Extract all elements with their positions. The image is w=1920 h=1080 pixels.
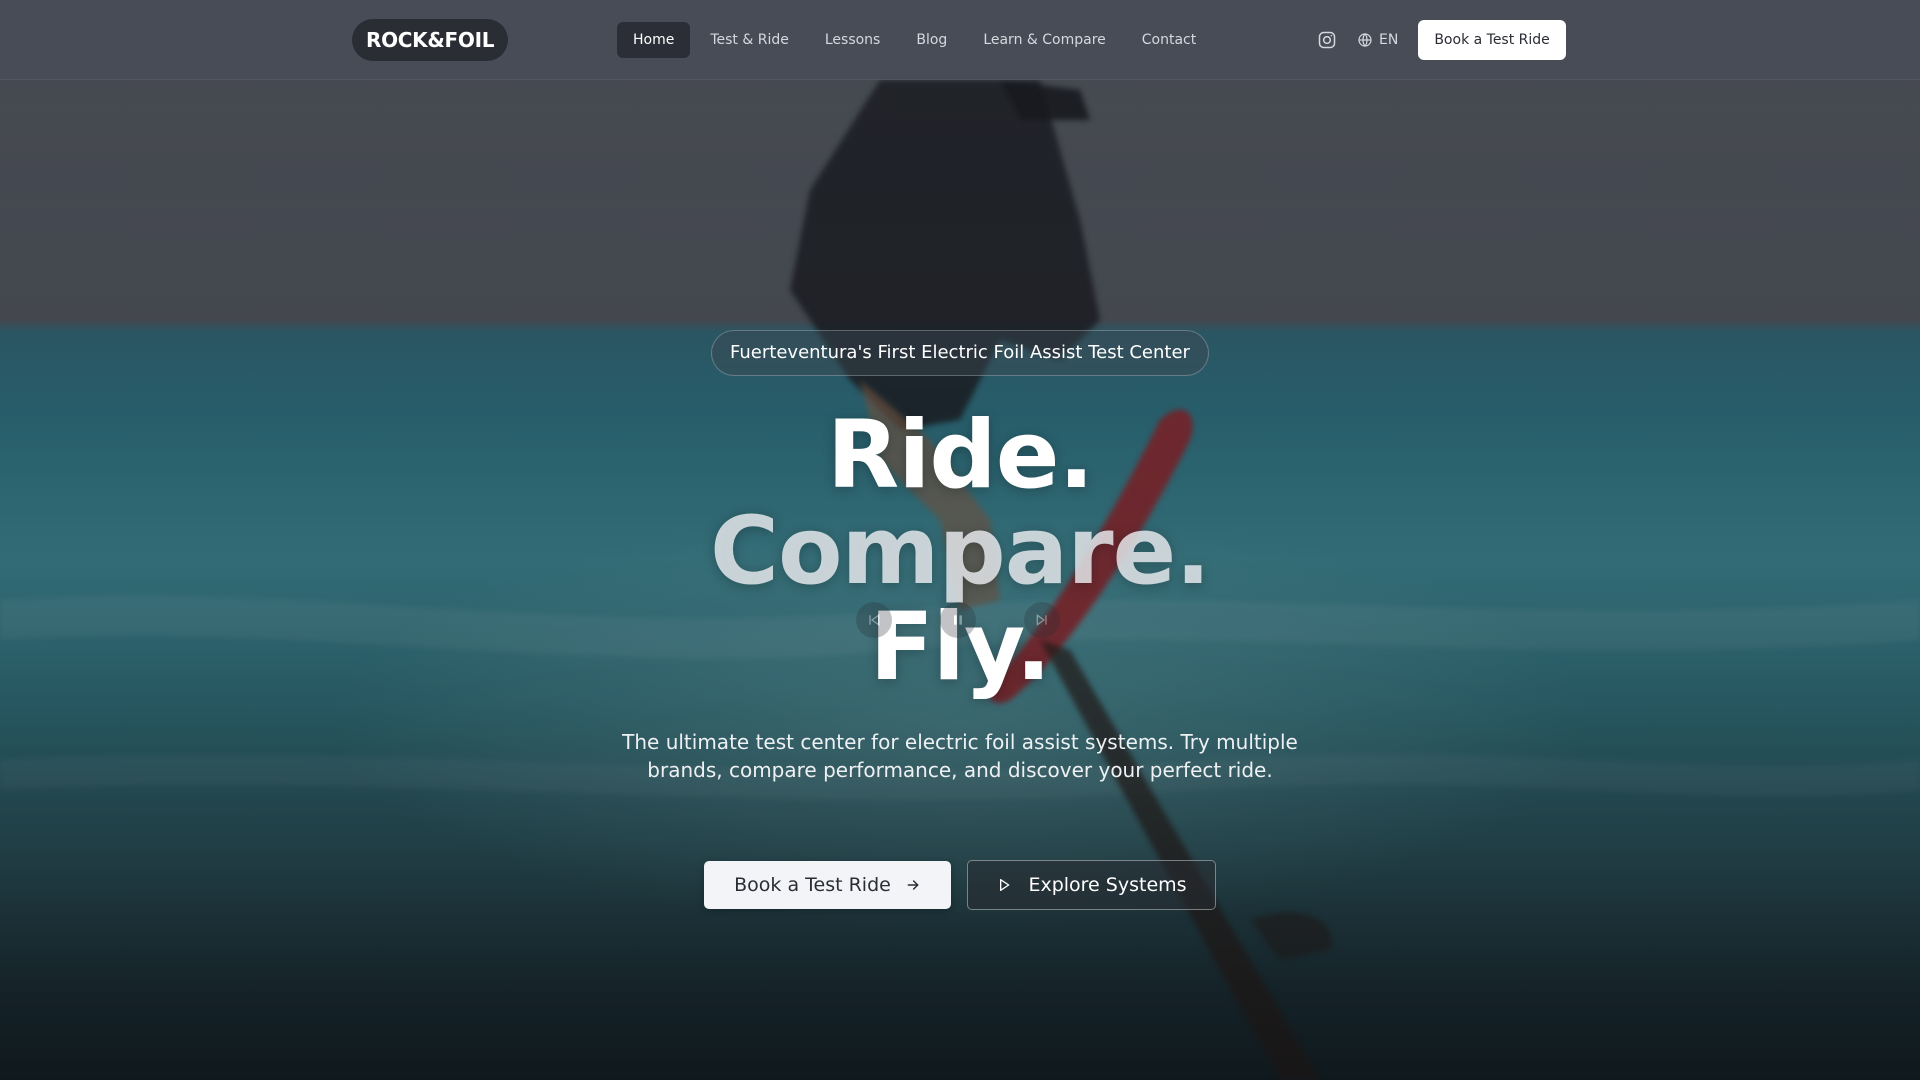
hero-badge: Fuerteventura's First Electric Foil Assi…: [711, 330, 1209, 376]
arrow-right-icon: [907, 880, 919, 890]
headline-line-ride: Ride.: [826, 401, 1094, 510]
language-selector[interactable]: EN: [1357, 32, 1398, 48]
nav-links: Home Test & Ride Lessons Blog Learn & Co…: [617, 22, 1212, 58]
nav-link-test-ride[interactable]: Test & Ride: [694, 22, 805, 58]
book-test-ride-nav-button[interactable]: Book a Test Ride: [1418, 20, 1566, 60]
globe-icon: [1358, 33, 1372, 47]
hero-subtitle: The ultimate test center for electric fo…: [622, 730, 1298, 782]
nav-actions: EN Book a Test Ride: [1317, 20, 1566, 60]
book-test-ride-label: Book a Test Ride: [734, 874, 891, 896]
carousel-controls: [856, 602, 1060, 638]
logo[interactable]: ROCK&FOIL: [352, 19, 509, 61]
pause-icon[interactable]: [940, 602, 976, 638]
explore-systems-label: Explore Systems: [1028, 874, 1187, 896]
nav-link-contact[interactable]: Contact: [1126, 22, 1212, 58]
headline-line-compare: Compare.: [709, 497, 1211, 606]
nav-link-blog[interactable]: Blog: [900, 22, 963, 58]
play-icon: [1000, 879, 1010, 891]
skip-forward-icon[interactable]: [1024, 602, 1060, 638]
skip-back-icon[interactable]: [856, 602, 892, 638]
hero-headline: Ride. Compare. Fly.: [560, 408, 1360, 696]
explore-systems-button[interactable]: Explore Systems: [967, 860, 1216, 910]
instagram-icon[interactable]: [1317, 30, 1337, 50]
book-test-ride-button[interactable]: Book a Test Ride: [704, 861, 951, 909]
nav-link-learn-compare[interactable]: Learn & Compare: [967, 22, 1121, 58]
nav-link-home[interactable]: Home: [617, 22, 691, 58]
nav-link-lessons[interactable]: Lessons: [809, 22, 897, 58]
top-navigation: ROCK&FOIL Home Test & Ride Lessons Blog …: [0, 0, 1920, 80]
language-label: EN: [1379, 32, 1399, 48]
